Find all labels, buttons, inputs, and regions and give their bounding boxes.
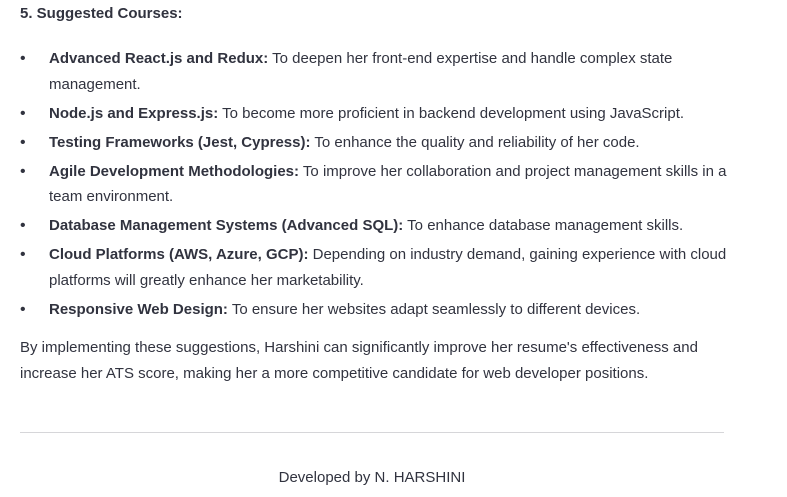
section-heading: 5. Suggested Courses: [20, 5, 183, 22]
list-item: • Testing Frameworks (Jest, Cypress): To… [20, 130, 732, 156]
footer-divider [20, 432, 724, 433]
summary-paragraph: By implementing these suggestions, Harsh… [20, 339, 698, 382]
course-name: Database Management Systems (Advanced SQ… [49, 217, 404, 234]
list-item: • Agile Development Methodologies: To im… [20, 159, 732, 210]
bullet-icon: • [20, 104, 26, 122]
course-description: To become more proficient in backend dev… [218, 104, 685, 122]
course-name: Advanced React.js and Redux: [49, 50, 269, 67]
bullet-icon: • [20, 133, 26, 151]
course-description: To ensure her websites adapt seamlessly … [227, 300, 641, 318]
course-description: To enhance the quality and reliability o… [310, 133, 640, 151]
bullet-icon: • [20, 50, 26, 67]
bullet-icon: • [20, 217, 26, 234]
course-list: • Advanced React.js and Redux: To deepen… [20, 46, 732, 322]
course-name: Agile Development Methodologies: [49, 162, 300, 180]
bullet-icon: • [20, 162, 26, 180]
course-name: Testing Frameworks (Jest, Cypress): [49, 133, 311, 151]
list-item: • Database Management Systems (Advanced … [20, 213, 732, 239]
list-item: • Cloud Platforms (AWS, Azure, GCP): Dep… [20, 242, 732, 293]
footer-credit: Developed by N. HARSHINI [278, 469, 466, 486]
main-content: 5. Suggested Courses: • Advanced React.j… [20, 0, 732, 387]
bullet-icon: • [20, 300, 26, 318]
course-name: Responsive Web Design: [49, 300, 228, 318]
course-description: To enhance database management skills. [403, 217, 684, 234]
list-item: • Advanced React.js and Redux: To deepen… [20, 46, 732, 97]
bullet-icon: • [20, 246, 26, 263]
list-item: • Responsive Web Design: To ensure her w… [20, 297, 732, 323]
course-name: Cloud Platforms (AWS, Azure, GCP): [49, 246, 309, 263]
list-item: • Node.js and Express.js: To become more… [20, 101, 732, 127]
course-name: Node.js and Express.js: [49, 104, 219, 122]
